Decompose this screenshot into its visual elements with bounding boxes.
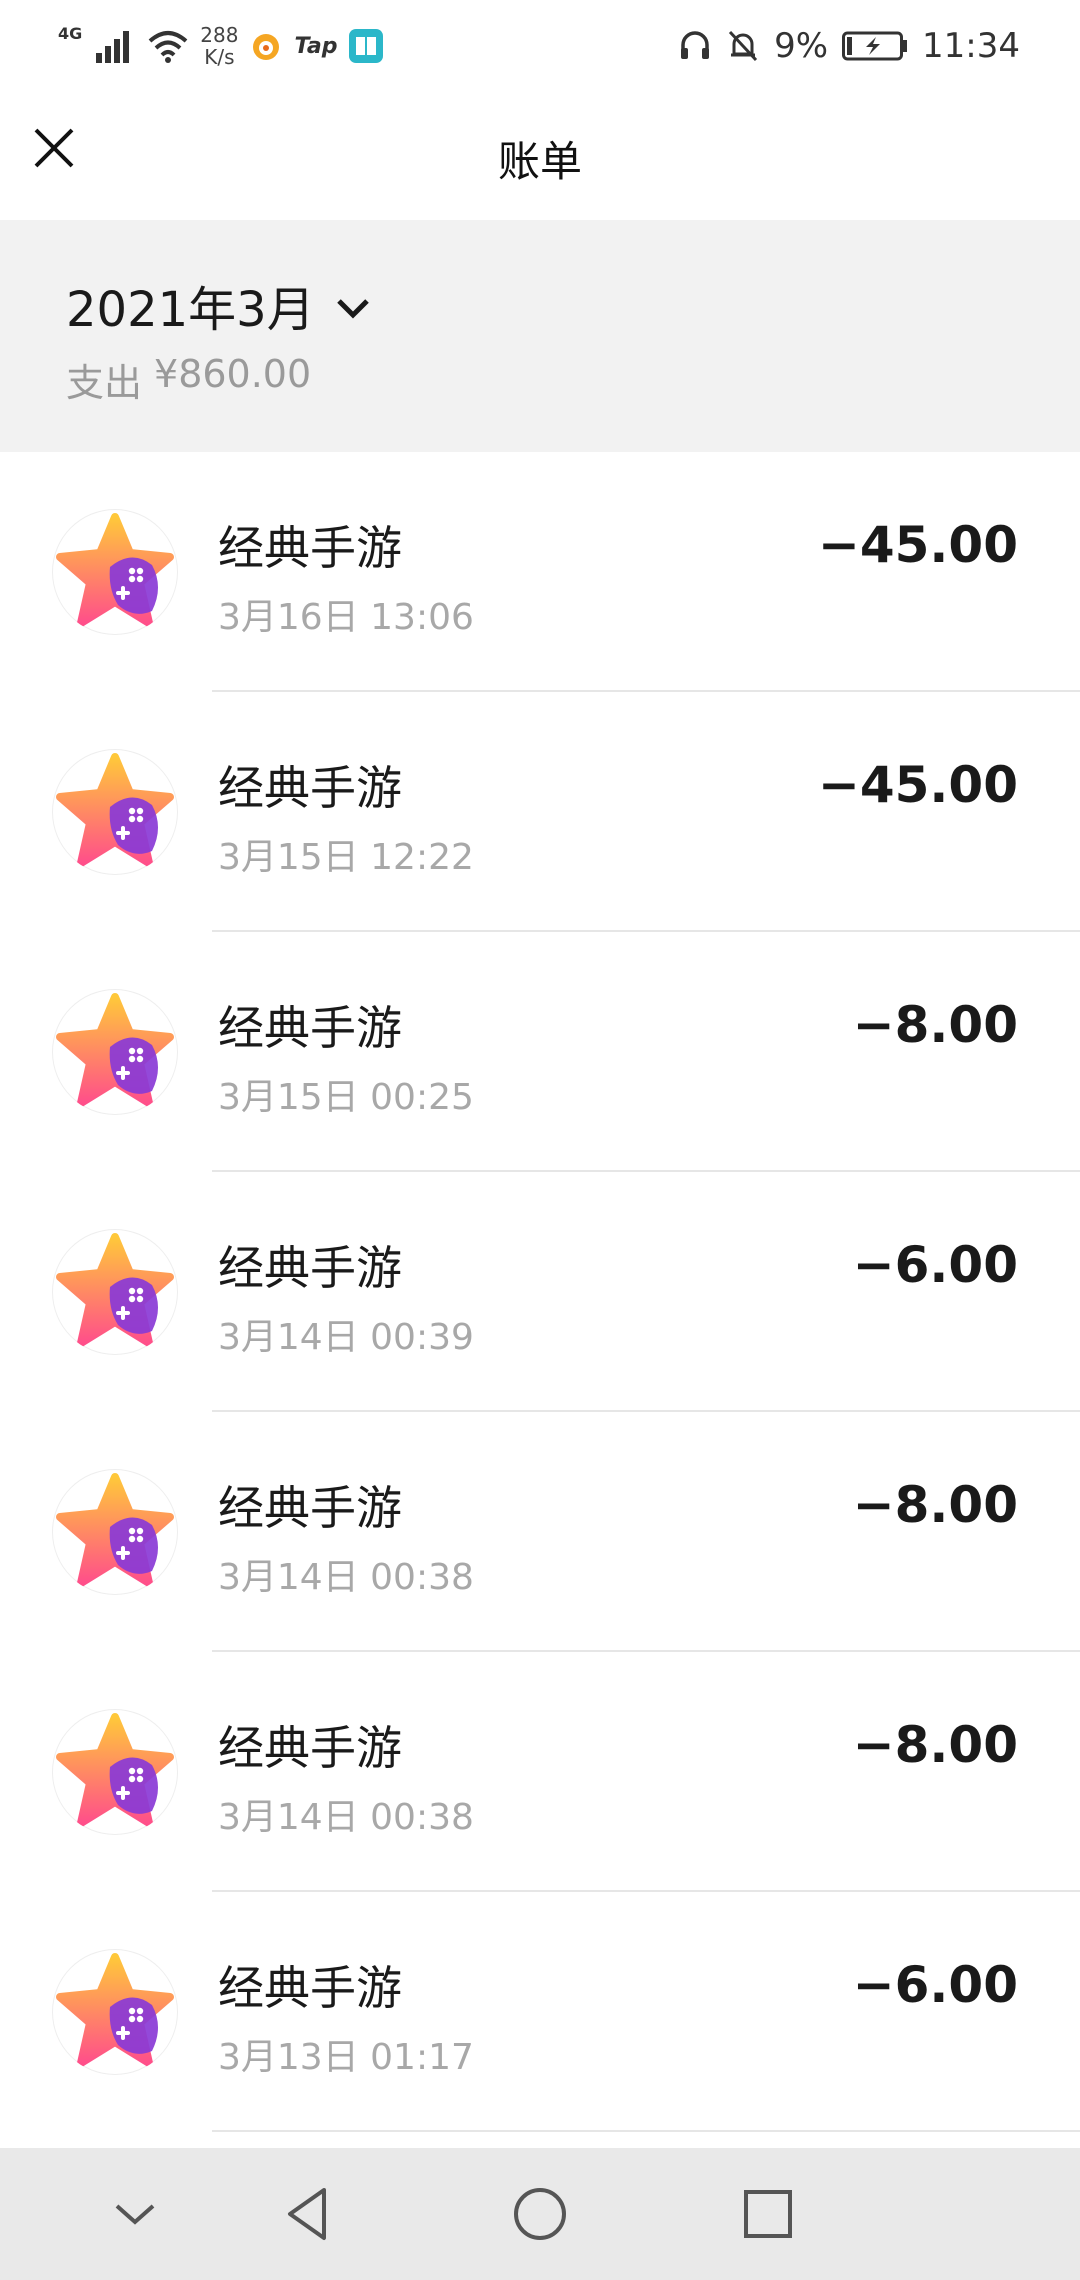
star-gamepad-icon	[52, 1709, 178, 1835]
expense-amount: ¥860.00	[154, 352, 312, 396]
month-label: 2021年3月	[66, 282, 315, 338]
transaction-amount: −6.00	[852, 1236, 1018, 1294]
chevron-down-icon	[336, 299, 369, 319]
headset-icon	[681, 31, 710, 59]
network-speed: 288 K/s	[200, 24, 238, 68]
page-title: 账单	[497, 137, 582, 186]
star-shape	[56, 1953, 174, 2067]
transaction-amount: −45.00	[817, 756, 1018, 814]
star-gamepad-icon	[52, 749, 178, 875]
star-gamepad-icon	[52, 1949, 178, 2075]
transaction-time: 3月14日 00:39	[218, 1317, 474, 1358]
transaction-row[interactable]: 经典手游 3月14日 00:38 −8.00	[0, 1652, 1080, 1892]
star-shape	[56, 1473, 174, 1587]
status-bar: 4G 288 K/s Tap 9% 11:34	[0, 0, 1080, 90]
transaction-row[interactable]: 经典手游 3月15日 12:22 −45.00	[0, 692, 1080, 932]
transaction-amount: −6.00	[852, 1956, 1018, 2014]
transaction-row[interactable]: 经典手游 3月14日 00:39 −6.00	[0, 1172, 1080, 1412]
star-shape	[56, 993, 174, 1107]
battery-percent: 9%	[774, 26, 829, 66]
transaction-list: 经典手游 3月16日 13:06 −45.00 经典手游 3月15日 12:22…	[0, 452, 1080, 2132]
network-type: 4G	[58, 24, 83, 43]
expense-total: 支出 ¥860.00	[66, 352, 311, 407]
speed-unit: K/s	[204, 45, 235, 69]
transaction-row[interactable]: 经典手游 3月16日 13:06 −45.00	[0, 452, 1080, 692]
chevron-down-icon	[115, 2204, 155, 2225]
transaction-amount: −45.00	[817, 516, 1018, 574]
back-triangle-icon	[288, 2188, 326, 2240]
transaction-time: 3月15日 12:22	[218, 837, 474, 878]
tap-app-label: Tap	[294, 33, 338, 59]
nav-hide-button[interactable]	[105, 2184, 165, 2244]
transaction-time: 3月15日 00:25	[218, 1077, 474, 1118]
transaction-time: 3月14日 00:38	[218, 1557, 474, 1598]
system-nav-bar	[0, 2148, 1080, 2280]
transaction-time: 3月16日 13:06	[218, 597, 474, 638]
transaction-time: 3月14日 00:38	[218, 1797, 474, 1838]
star-shape	[56, 1233, 174, 1347]
merchant-name: 经典手游	[218, 1241, 402, 1295]
expense-label: 支出	[66, 361, 143, 405]
recents-square-icon	[744, 2190, 792, 2238]
star-gamepad-icon	[52, 1229, 178, 1355]
status-bar-right: 9% 11:34	[678, 18, 1020, 74]
month-selector[interactable]: 2021年3月	[66, 270, 371, 340]
merchant-name: 经典手游	[218, 761, 402, 815]
merchant-name: 经典手游	[218, 1721, 402, 1775]
transaction-amount: −8.00	[852, 1476, 1018, 1534]
home-circle-icon	[514, 2188, 566, 2240]
battery-charging-icon	[842, 31, 908, 61]
star-shape	[56, 753, 174, 867]
star-shape	[56, 513, 174, 627]
merchant-name: 经典手游	[218, 1481, 402, 1535]
merchant-name: 经典手游	[218, 1961, 402, 2015]
nav-home-button[interactable]	[510, 2184, 570, 2244]
transaction-row[interactable]: 经典手游 3月13日 01:17 −6.00	[0, 1892, 1080, 2132]
star-gamepad-icon	[52, 509, 178, 635]
nav-back-button[interactable]	[280, 2184, 340, 2244]
mute-bell-icon	[728, 30, 758, 62]
merchant-name: 经典手游	[218, 521, 402, 575]
reader-app-icon	[349, 29, 384, 63]
transaction-row[interactable]: 经典手游 3月15日 00:25 −8.00	[0, 932, 1080, 1172]
star-gamepad-icon	[52, 1469, 178, 1595]
transaction-amount: −8.00	[852, 996, 1018, 1054]
transaction-amount: −8.00	[852, 1716, 1018, 1774]
signal-icon	[96, 31, 130, 63]
clock: 11:34	[922, 26, 1020, 66]
nav-recents-button[interactable]	[738, 2184, 798, 2244]
notification-app-icon	[253, 34, 280, 60]
status-bar-left: 4G 288 K/s Tap	[58, 18, 384, 74]
merchant-name: 经典手游	[218, 1001, 402, 1055]
divider	[212, 2130, 1080, 2132]
star-shape	[56, 1713, 174, 1827]
top-bar: 账单	[0, 90, 1080, 220]
transaction-time: 3月13日 01:17	[218, 2037, 474, 2078]
wifi-icon	[148, 31, 188, 63]
speed-value: 288	[200, 23, 239, 47]
star-gamepad-icon	[52, 989, 178, 1115]
month-summary: 2021年3月 支出 ¥860.00	[0, 220, 1080, 452]
transaction-row[interactable]: 经典手游 3月14日 00:38 −8.00	[0, 1412, 1080, 1652]
